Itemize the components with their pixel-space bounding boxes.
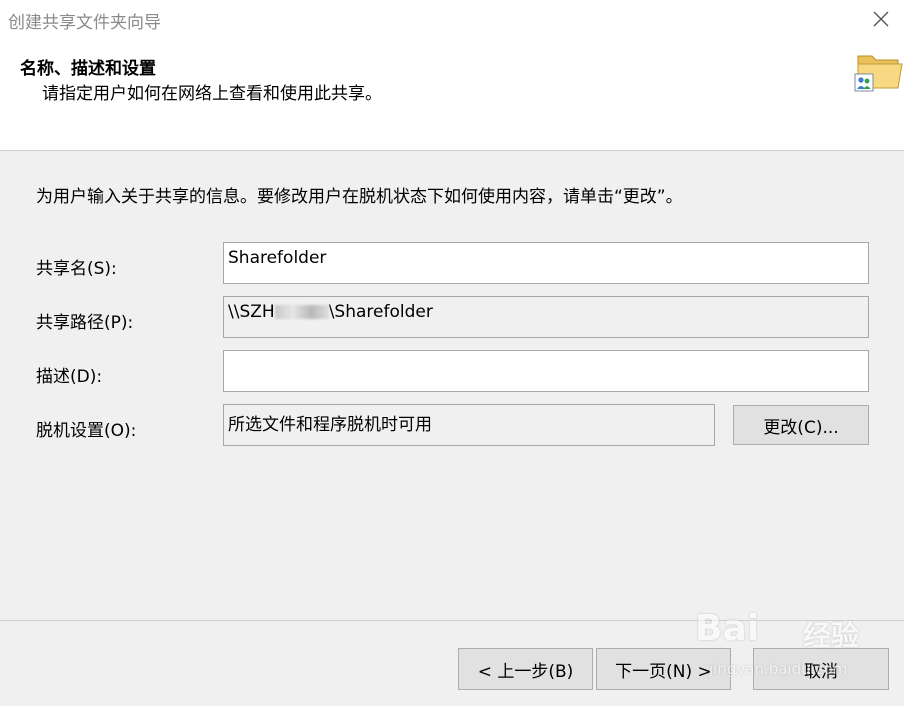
change-button[interactable]: 更改(C)... — [733, 405, 869, 445]
redacted-block — [274, 305, 329, 319]
offline-setting-value: 所选文件和程序脱机时可用 — [228, 415, 432, 435]
share-name-value: Sharefolder — [228, 248, 327, 268]
back-button[interactable]: < 上一步(B) — [458, 648, 593, 690]
page-title: 名称、描述和设置 — [20, 59, 156, 79]
share-path-prefix: \\SZH — [228, 302, 275, 322]
description-label: 描述(D): — [36, 367, 103, 387]
cancel-button[interactable]: 取消 — [753, 648, 889, 690]
wizard-footer: < 上一步(B) 下一页(N) > 取消 — [0, 621, 904, 706]
share-name-input[interactable]: Sharefolder — [223, 242, 869, 284]
page-subtitle: 请指定用户如何在网络上查看和使用此共享。 — [42, 84, 382, 104]
description-input[interactable] — [223, 350, 869, 392]
wizard-body: 为用户输入关于共享的信息。要修改用户在脱机状态下如何使用内容，请单击“更改”。 … — [0, 151, 904, 620]
share-path-field: \\SZH \Sharefolder — [223, 296, 869, 338]
shared-folder-icon — [854, 55, 903, 92]
offline-setting-field: 所选文件和程序脱机时可用 — [223, 404, 715, 446]
offline-label: 脱机设置(O): — [36, 421, 137, 441]
intro-text: 为用户输入关于共享的信息。要修改用户在脱机状态下如何使用内容，请单击“更改”。 — [36, 187, 683, 207]
title-bar: 创建共享文件夹向导 — [0, 0, 904, 38]
wizard-header: 名称、描述和设置 请指定用户如何在网络上查看和使用此共享。 — [0, 38, 904, 150]
close-icon — [873, 11, 889, 27]
share-path-label: 共享路径(P): — [36, 313, 134, 333]
share-name-label: 共享名(S): — [36, 259, 117, 279]
share-path-suffix: \Sharefolder — [328, 302, 433, 322]
next-button[interactable]: 下一页(N) > — [596, 648, 731, 690]
window-title: 创建共享文件夹向导 — [8, 13, 161, 33]
close-button[interactable] — [858, 0, 904, 38]
